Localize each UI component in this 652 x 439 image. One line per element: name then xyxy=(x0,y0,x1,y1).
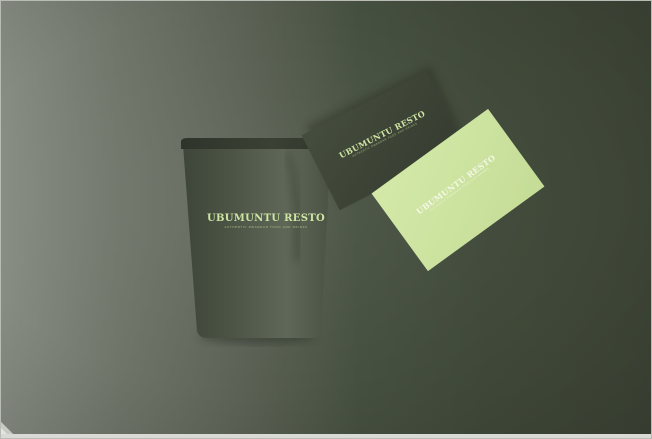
cup-brand-name: UBUMUNTU RESTO xyxy=(207,213,325,224)
cup-branding: UBUMUNTU RESTO AUTHENTIC RWANDAN FOOD AN… xyxy=(183,213,349,230)
paper-cup xyxy=(181,138,333,338)
bottom-border-strip xyxy=(1,434,651,438)
cup-brand-tagline: AUTHENTIC RWANDAN FOOD AND DRINKS xyxy=(224,225,308,229)
mockup-scene: UBUMUNTU RESTO AUTHENTIC RWANDAN FOOD AN… xyxy=(0,0,652,439)
